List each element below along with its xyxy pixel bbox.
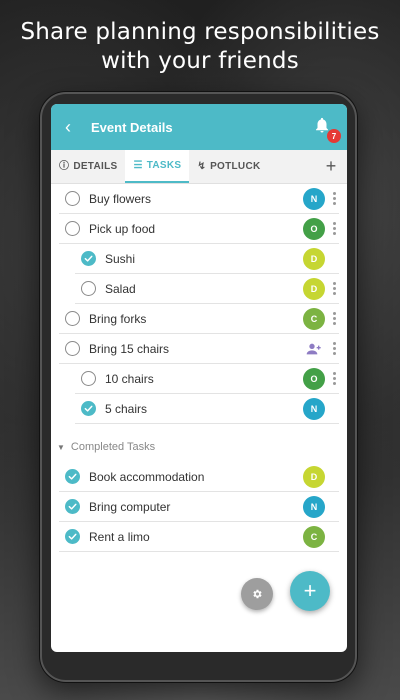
assignee-avatar[interactable]: D xyxy=(303,247,325,270)
gear-icon xyxy=(253,589,262,599)
task-label: 10 chairs xyxy=(105,371,154,386)
app-screen: ‹ Event Details 7 ⓘ DETAILS ☰ TASKS ↯ POTLUCK… xyxy=(51,104,347,652)
task-label: Bring computer xyxy=(89,499,171,514)
task-row[interactable]: Bring computer N xyxy=(59,492,339,522)
tab-details[interactable]: ⓘ DETAILS xyxy=(51,150,125,183)
task-label: Pick up food xyxy=(89,221,156,236)
unchecked-circle-icon[interactable] xyxy=(65,221,80,236)
task-row[interactable]: 5 chairs N xyxy=(75,394,339,424)
task-label: 5 chairs xyxy=(105,401,148,416)
assignee-avatar[interactable]: D xyxy=(303,465,325,488)
assignee-avatar[interactable]: C xyxy=(303,525,325,548)
more-vert-icon[interactable] xyxy=(329,192,339,205)
task-label: Bring 15 chairs xyxy=(89,341,170,356)
promo-line-1: Share planning responsibilities xyxy=(20,19,380,45)
checked-circle-icon[interactable] xyxy=(65,499,80,514)
promo-headline: Share planning responsibilities with you… xyxy=(0,18,400,76)
assignee-avatar[interactable]: D xyxy=(303,277,325,300)
checked-circle-icon[interactable] xyxy=(65,469,80,484)
page-title: Event Details xyxy=(91,119,173,135)
phone-frame: ‹ Event Details 7 ⓘ DETAILS ☰ TASKS ↯ POTLUCK… xyxy=(40,92,357,682)
tab-bar: ⓘ DETAILS ☰ TASKS ↯ POTLUCK + xyxy=(51,150,347,184)
more-vert-icon[interactable] xyxy=(329,282,339,295)
task-label: Buy flowers xyxy=(89,191,152,206)
checked-circle-icon[interactable] xyxy=(81,251,96,266)
add-tab-button[interactable]: + xyxy=(315,150,347,183)
task-label: Salad xyxy=(105,281,136,296)
task-row[interactable]: Salad D xyxy=(75,274,339,304)
unchecked-circle-icon[interactable] xyxy=(81,281,96,296)
notifications-button[interactable]: 7 xyxy=(313,116,341,143)
task-row[interactable]: Bring 15 chairs xyxy=(59,334,339,364)
app-bar: ‹ Event Details 7 xyxy=(51,104,347,150)
task-row[interactable]: Sushi D xyxy=(75,244,339,274)
task-label: Book accommodation xyxy=(89,469,205,484)
checklist-icon: ☰ xyxy=(133,159,143,171)
unchecked-circle-icon[interactable] xyxy=(65,191,80,206)
info-icon: ⓘ xyxy=(59,160,70,172)
checked-circle-icon[interactable] xyxy=(81,401,96,416)
settings-fab[interactable] xyxy=(241,578,273,610)
assignee-avatar[interactable]: N xyxy=(303,397,325,420)
unchecked-circle-icon[interactable] xyxy=(65,311,80,326)
promo-line-2: with your friends xyxy=(101,48,299,74)
checked-circle-icon[interactable] xyxy=(65,529,80,544)
tab-label: TASKS xyxy=(146,160,182,171)
add-person-icon[interactable] xyxy=(303,338,325,360)
completed-task-list: Book accommodation D Bring computer N Rent a… xyxy=(51,462,347,552)
assignee-avatar[interactable]: C xyxy=(303,307,325,330)
assignee-avatar[interactable]: O xyxy=(303,217,325,240)
more-vert-icon[interactable] xyxy=(329,372,339,385)
task-label: Sushi xyxy=(105,251,136,266)
caret-down-icon: ▼ xyxy=(57,442,65,452)
more-vert-icon[interactable] xyxy=(329,342,339,355)
task-row[interactable]: 10 chairs O xyxy=(75,364,339,394)
spoon-icon: ↯ xyxy=(197,160,207,172)
chevron-left-icon[interactable]: ‹ xyxy=(65,118,83,136)
tab-label: DETAILS xyxy=(73,161,118,172)
assignee-avatar[interactable]: N xyxy=(303,187,325,210)
add-task-fab[interactable]: + xyxy=(290,571,330,611)
tab-label: POTLUCK xyxy=(210,161,261,172)
notification-count-badge: 7 xyxy=(327,129,341,143)
assignee-avatar[interactable]: N xyxy=(303,495,325,518)
more-vert-icon[interactable] xyxy=(329,312,339,325)
more-vert-icon[interactable] xyxy=(329,222,339,235)
task-label: Rent a limo xyxy=(89,529,150,544)
task-list: Buy flowers N Pick up food O Sushi D Salad D Bri… xyxy=(51,184,347,424)
task-row[interactable]: Bring forks C xyxy=(59,304,339,334)
task-row[interactable]: Rent a limo C xyxy=(59,522,339,552)
completed-tasks-label: Completed Tasks xyxy=(70,441,156,453)
task-row[interactable]: Buy flowers N xyxy=(59,184,339,214)
unchecked-circle-icon[interactable] xyxy=(81,371,96,386)
task-row[interactable]: Pick up food O xyxy=(59,214,339,244)
task-row[interactable]: Book accommodation D xyxy=(59,462,339,492)
tab-tasks[interactable]: ☰ TASKS xyxy=(125,150,190,183)
unchecked-circle-icon[interactable] xyxy=(65,341,80,356)
task-label: Bring forks xyxy=(89,311,147,326)
assignee-avatar[interactable]: O xyxy=(303,367,325,390)
completed-tasks-header[interactable]: ▼ Completed Tasks xyxy=(51,432,347,462)
tab-potluck[interactable]: ↯ POTLUCK xyxy=(189,150,268,183)
